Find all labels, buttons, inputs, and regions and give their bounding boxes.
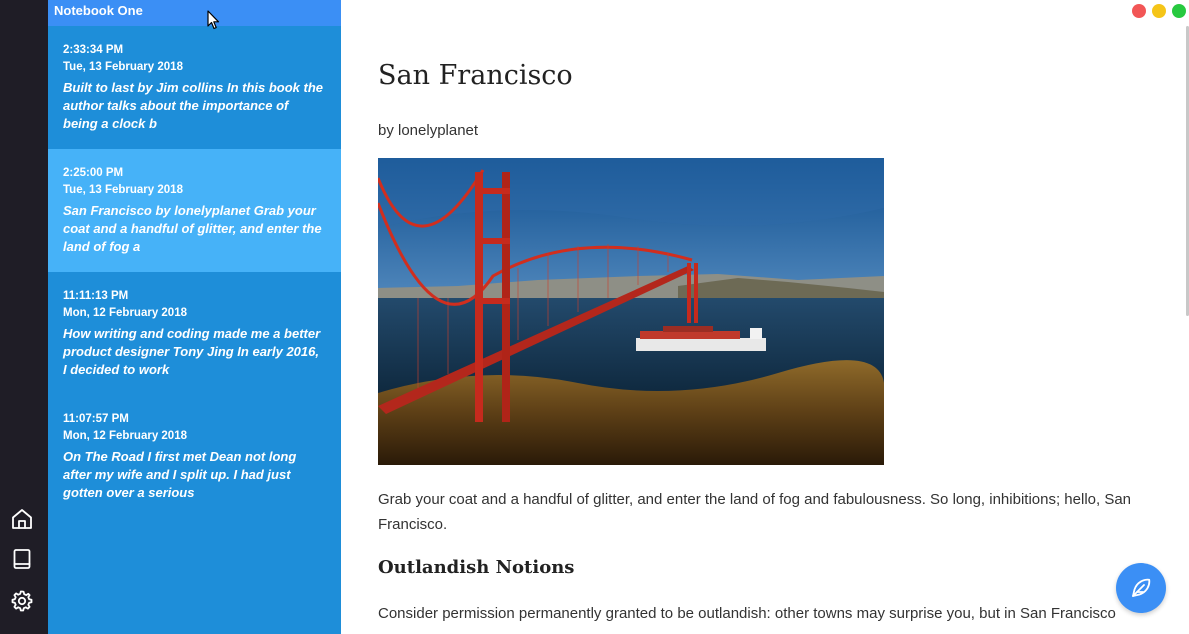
gear-icon[interactable] bbox=[9, 588, 35, 614]
note-preview: Built to last by Jim collins In this boo… bbox=[63, 80, 324, 131]
maximize-button[interactable] bbox=[1172, 4, 1186, 18]
icon-rail bbox=[0, 0, 48, 634]
new-note-button[interactable] bbox=[1116, 563, 1166, 613]
note-list-item-selected[interactable]: 2:25:00 PM Tue, 13 February 2018 San Fra… bbox=[48, 149, 341, 272]
note-time: 11:11:13 PM bbox=[63, 290, 129, 302]
note-byline: by lonelyplanet bbox=[378, 122, 479, 139]
note-time: 2:33:34 PM bbox=[63, 44, 124, 56]
note-preview: San Francisco by lonelyplanet Grab your … bbox=[63, 203, 322, 254]
note-subheading: Outlandish Notions bbox=[378, 557, 575, 578]
book-icon[interactable] bbox=[9, 546, 35, 572]
note-date: Tue, 13 February 2018 bbox=[63, 184, 183, 196]
golden-gate-bridge-image bbox=[378, 158, 884, 465]
note-date: Mon, 12 February 2018 bbox=[63, 430, 187, 442]
note-list-panel: Notebook One 2:33:34 PM Tue, 13 February… bbox=[48, 0, 341, 634]
close-button[interactable] bbox=[1132, 4, 1146, 18]
home-icon[interactable] bbox=[9, 506, 35, 532]
note-list-item[interactable]: 11:07:57 PM Mon, 12 February 2018 On The… bbox=[48, 395, 341, 518]
note-time: 11:07:57 PM bbox=[63, 413, 129, 425]
note-editor[interactable]: San Francisco by lonelyplanet Grab your … bbox=[341, 0, 1189, 634]
note-date: Mon, 12 February 2018 bbox=[63, 307, 187, 319]
minimize-button[interactable] bbox=[1152, 4, 1166, 18]
note-paragraph: Grab your coat and a handful of glitter,… bbox=[378, 491, 1132, 533]
note-time: 2:25:00 PM bbox=[63, 167, 124, 179]
note-preview: On The Road I first met Dean not long af… bbox=[63, 449, 297, 500]
notebook-title[interactable]: Notebook One bbox=[48, 0, 341, 26]
note-date: Tue, 13 February 2018 bbox=[63, 61, 183, 73]
note-preview: How writing and coding made me a better … bbox=[63, 326, 321, 377]
mouse-cursor-icon bbox=[207, 10, 220, 30]
feather-icon bbox=[1132, 578, 1151, 597]
note-paragraph: Consider permission permanently granted … bbox=[378, 605, 1116, 622]
note-title[interactable]: San Francisco bbox=[378, 60, 573, 91]
note-list-item[interactable]: 11:11:13 PM Mon, 12 February 2018 How wr… bbox=[48, 272, 341, 395]
note-list-item[interactable]: 2:33:34 PM Tue, 13 February 2018 Built t… bbox=[48, 26, 341, 149]
